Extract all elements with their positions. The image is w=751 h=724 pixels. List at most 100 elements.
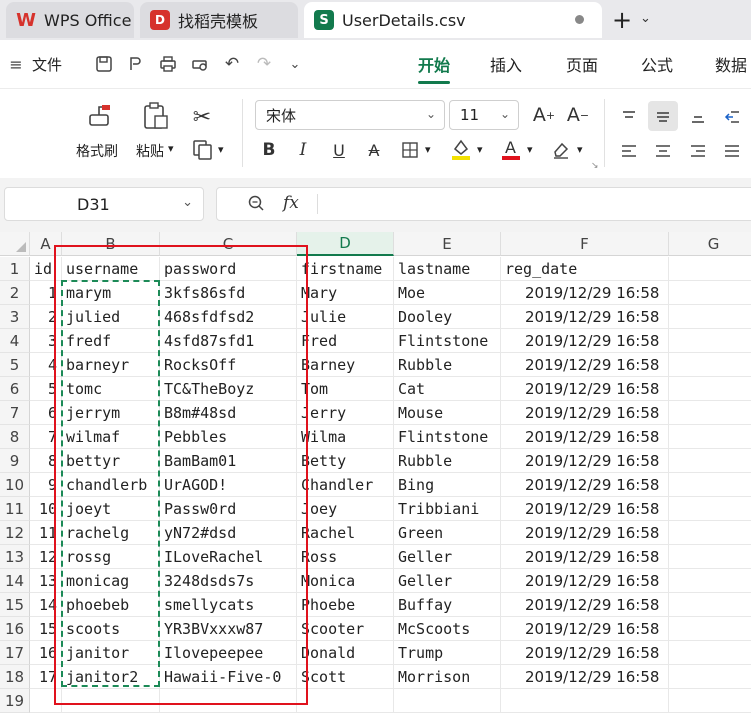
row-header[interactable]: 16 [0, 617, 30, 641]
align-center-icon[interactable] [649, 137, 677, 165]
row-header[interactable]: 4 [0, 329, 30, 353]
paste-dropdown-icon[interactable]: ▾ [168, 142, 174, 155]
cell-reg_date[interactable]: 2019/12/29 16:58 [501, 473, 669, 497]
undo-icon[interactable]: ↶ [220, 52, 244, 76]
empty-cell[interactable] [669, 593, 751, 617]
row-header[interactable]: 6 [0, 377, 30, 401]
copy-icon[interactable] [190, 137, 216, 163]
row-header[interactable]: 2 [0, 281, 30, 305]
row-header[interactable]: 14 [0, 569, 30, 593]
cell-reg_date[interactable]: 2019/12/29 16:58 [501, 449, 669, 473]
cell-lastname[interactable]: Bing [394, 473, 501, 497]
cell-firstname[interactable]: Chandler [297, 473, 394, 497]
empty-cell[interactable] [669, 665, 751, 689]
font-color-icon[interactable]: A [498, 135, 524, 163]
cell-reg_date[interactable]: 2019/12/29 16:58 [501, 305, 669, 329]
cell-firstname[interactable]: Monica [297, 569, 394, 593]
menu-tab-insert[interactable]: 插入 [490, 40, 522, 88]
empty-cell[interactable] [501, 689, 669, 713]
clear-format-dropdown-icon[interactable]: ▾ [577, 143, 583, 156]
cell-lastname[interactable]: Green [394, 521, 501, 545]
empty-cell[interactable] [669, 569, 751, 593]
cell-reg_date[interactable]: 2019/12/29 16:58 [501, 281, 669, 305]
cell-firstname[interactable]: Rachel [297, 521, 394, 545]
select-all-corner[interactable] [0, 232, 30, 256]
font-size-select[interactable]: 11 ⌄ [449, 100, 519, 130]
empty-cell[interactable] [669, 425, 751, 449]
cell-lastname[interactable]: McScoots [394, 617, 501, 641]
italic-icon[interactable]: I [290, 137, 316, 163]
save-icon[interactable] [92, 52, 116, 76]
cell-lastname[interactable]: Dooley [394, 305, 501, 329]
cell-reg_date[interactable]: 2019/12/29 16:58 [501, 617, 669, 641]
empty-cell[interactable] [297, 689, 394, 713]
cell-reg_date[interactable]: 2019/12/29 16:58 [501, 641, 669, 665]
empty-cell[interactable] [669, 449, 751, 473]
fx-function-icon[interactable]: fx [283, 193, 299, 213]
chevron-down-icon[interactable]: ⌄ [182, 195, 193, 210]
cell-firstname[interactable]: Scooter [297, 617, 394, 641]
fill-color-icon[interactable] [448, 135, 474, 163]
cell-lastname[interactable]: Buffay [394, 593, 501, 617]
font-color-dropdown-icon[interactable]: ▾ [527, 143, 533, 156]
header-cell-reg_date[interactable]: reg_date [501, 257, 669, 281]
empty-cell[interactable] [669, 401, 751, 425]
align-left-icon[interactable] [615, 137, 643, 165]
cell-firstname[interactable]: Joey [297, 497, 394, 521]
empty-cell[interactable] [669, 281, 751, 305]
borders-dropdown-icon[interactable]: ▾ [425, 143, 431, 156]
row-header[interactable]: 7 [0, 401, 30, 425]
font-name-select[interactable]: 宋体 ⌄ [255, 100, 445, 130]
cell-firstname[interactable]: Tom [297, 377, 394, 401]
cell-firstname[interactable]: Mary [297, 281, 394, 305]
tab-list-chevron-icon[interactable]: ⌄ [640, 11, 651, 26]
cell-lastname[interactable]: Rubble [394, 353, 501, 377]
bold-icon[interactable]: B [256, 137, 282, 163]
empty-cell[interactable] [669, 257, 751, 281]
cell-reg_date[interactable]: 2019/12/29 16:58 [501, 665, 669, 689]
copy-dropdown-icon[interactable]: ▾ [218, 143, 224, 156]
cell-lastname[interactable]: Mouse [394, 401, 501, 425]
cell-reg_date[interactable]: 2019/12/29 16:58 [501, 593, 669, 617]
cell-reg_date[interactable]: 2019/12/29 16:58 [501, 497, 669, 521]
empty-cell[interactable] [669, 545, 751, 569]
empty-cell[interactable] [669, 641, 751, 665]
strikethrough-icon[interactable]: A [361, 137, 387, 163]
hamburger-menu-icon[interactable]: ≡ [4, 52, 28, 76]
cell-firstname[interactable]: Phoebe [297, 593, 394, 617]
cell-reg_date[interactable]: 2019/12/29 16:58 [501, 425, 669, 449]
cell-lastname[interactable]: Geller [394, 545, 501, 569]
empty-cell[interactable] [669, 305, 751, 329]
decrease-font-size-icon[interactable]: A − [564, 101, 592, 129]
cell-lastname[interactable]: Flintstone [394, 425, 501, 449]
column-header-d[interactable]: D [297, 232, 394, 256]
cell-reg_date[interactable]: 2019/12/29 16:58 [501, 353, 669, 377]
format-painter-label[interactable]: 格式刷 [76, 141, 118, 161]
zoom-search-icon[interactable] [247, 194, 265, 216]
cell-firstname[interactable]: Scott [297, 665, 394, 689]
empty-cell[interactable] [669, 689, 751, 713]
empty-cell[interactable] [394, 689, 501, 713]
tab-wps-office[interactable]: W WPS Office [6, 2, 134, 38]
cell-lastname[interactable]: Trump [394, 641, 501, 665]
row-header[interactable]: 12 [0, 521, 30, 545]
format-painter-icon[interactable] [84, 101, 116, 133]
row-header[interactable]: 5 [0, 353, 30, 377]
row-header[interactable]: 10 [0, 473, 30, 497]
align-middle-icon[interactable] [648, 101, 678, 131]
row-header[interactable]: 13 [0, 545, 30, 569]
header-cell-lastname[interactable]: lastname [394, 257, 501, 281]
cell-lastname[interactable]: Moe [394, 281, 501, 305]
cell-lastname[interactable]: Tribbiani [394, 497, 501, 521]
tab-docer[interactable]: D 找稻壳模板 [140, 2, 298, 38]
new-tab-plus-icon[interactable]: + [612, 6, 632, 34]
align-top-icon[interactable] [615, 103, 643, 131]
align-right-icon[interactable] [684, 137, 712, 165]
cell-reg_date[interactable]: 2019/12/29 16:58 [501, 521, 669, 545]
empty-cell[interactable] [669, 377, 751, 401]
redo-icon[interactable]: ↷ [252, 52, 276, 76]
cell-reg_date[interactable]: 2019/12/29 16:58 [501, 569, 669, 593]
row-header[interactable]: 18 [0, 665, 30, 689]
align-bottom-icon[interactable] [684, 103, 712, 131]
indent-decrease-icon[interactable] [718, 103, 746, 131]
